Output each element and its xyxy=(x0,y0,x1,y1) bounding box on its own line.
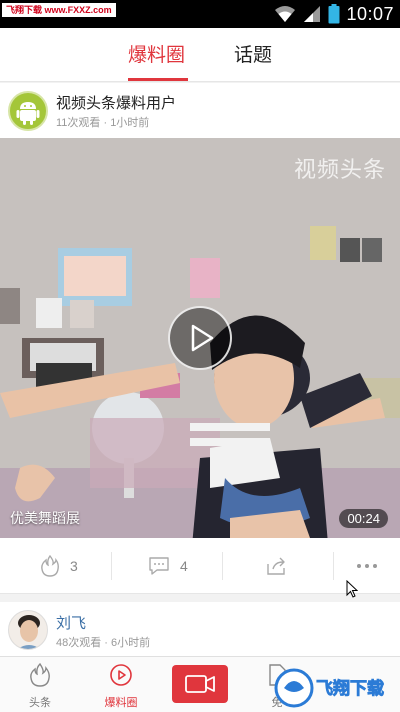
record-video-button[interactable] xyxy=(172,665,228,703)
video-title: 优美舞蹈展 xyxy=(10,510,80,526)
post-header: 视频头条爆料用户 11次观看 · 1小时前 xyxy=(0,83,400,138)
status-icons: 10:07 xyxy=(274,2,394,26)
author-name-2[interactable]: 刘飞 xyxy=(56,612,86,633)
like-button[interactable]: 3 xyxy=(40,538,78,594)
post-meta: 11次观看 · 1小时前 xyxy=(56,117,150,129)
clock: 10:07 xyxy=(346,3,394,24)
flame-icon xyxy=(30,662,50,687)
nav-label: 爆料圈 xyxy=(104,697,138,709)
more-icon xyxy=(357,564,377,568)
wifi-icon xyxy=(275,6,296,22)
tab-huati[interactable]: 话题 xyxy=(234,40,272,67)
site-watermark: 飞翔下载 www.FXXZ.com xyxy=(2,3,116,17)
nav-toutiao[interactable]: 头条 xyxy=(5,662,75,710)
share-button[interactable] xyxy=(266,538,288,594)
post-meta-2: 48次观看 · 6小时前 xyxy=(56,637,151,649)
comment-count: 4 xyxy=(180,558,188,574)
divider xyxy=(222,552,223,580)
like-count: 3 xyxy=(70,558,78,574)
status-bar: 飞翔下载 www.FXXZ.com 10:07 xyxy=(0,0,400,28)
mouse-cursor-icon xyxy=(346,580,358,598)
android-icon xyxy=(16,102,40,125)
share-icon xyxy=(267,557,285,575)
comment-icon xyxy=(149,557,169,575)
avatar[interactable] xyxy=(8,91,48,131)
site-logo-watermark: 飞翔下载 xyxy=(274,668,384,708)
top-tab-bar: 爆料圈 话题 xyxy=(0,28,400,82)
author-name[interactable]: 视频头条爆料用户 xyxy=(56,92,176,113)
post-header-2: 刘飞 48次观看 · 6小时前 xyxy=(0,602,400,658)
active-tab-indicator xyxy=(128,78,188,81)
video-player[interactable]: 视频头条 优美舞蹈展 00:24 xyxy=(0,138,400,538)
video-duration: 00:24 xyxy=(339,509,388,528)
post-actions: 3 4 xyxy=(0,538,400,594)
play-button[interactable] xyxy=(168,306,232,370)
battery-icon xyxy=(328,4,340,24)
signal-icon xyxy=(304,6,321,22)
divider xyxy=(111,552,112,580)
video-camera-icon xyxy=(185,675,215,693)
app-screen: 飞翔下载 www.FXXZ.com 10:07 爆料圈 话题 视频头条爆料用户 … xyxy=(0,0,400,712)
play-icon xyxy=(191,324,214,352)
nav-baoliaoquan[interactable]: 爆料圈 xyxy=(86,663,156,710)
video-watermark: 视频头条 xyxy=(293,157,386,182)
more-button[interactable] xyxy=(355,538,379,594)
comment-button[interactable]: 4 xyxy=(148,538,188,594)
logo-watermark-text: 飞翔下载 xyxy=(316,678,384,699)
divider xyxy=(333,552,334,580)
nav-label: 头条 xyxy=(29,697,51,709)
user-photo xyxy=(9,611,47,649)
play-box-icon xyxy=(110,664,132,686)
tab-baoliaoquan[interactable]: 爆料圈 xyxy=(128,40,185,67)
avatar-2[interactable] xyxy=(8,610,48,650)
flame-icon xyxy=(41,555,59,577)
